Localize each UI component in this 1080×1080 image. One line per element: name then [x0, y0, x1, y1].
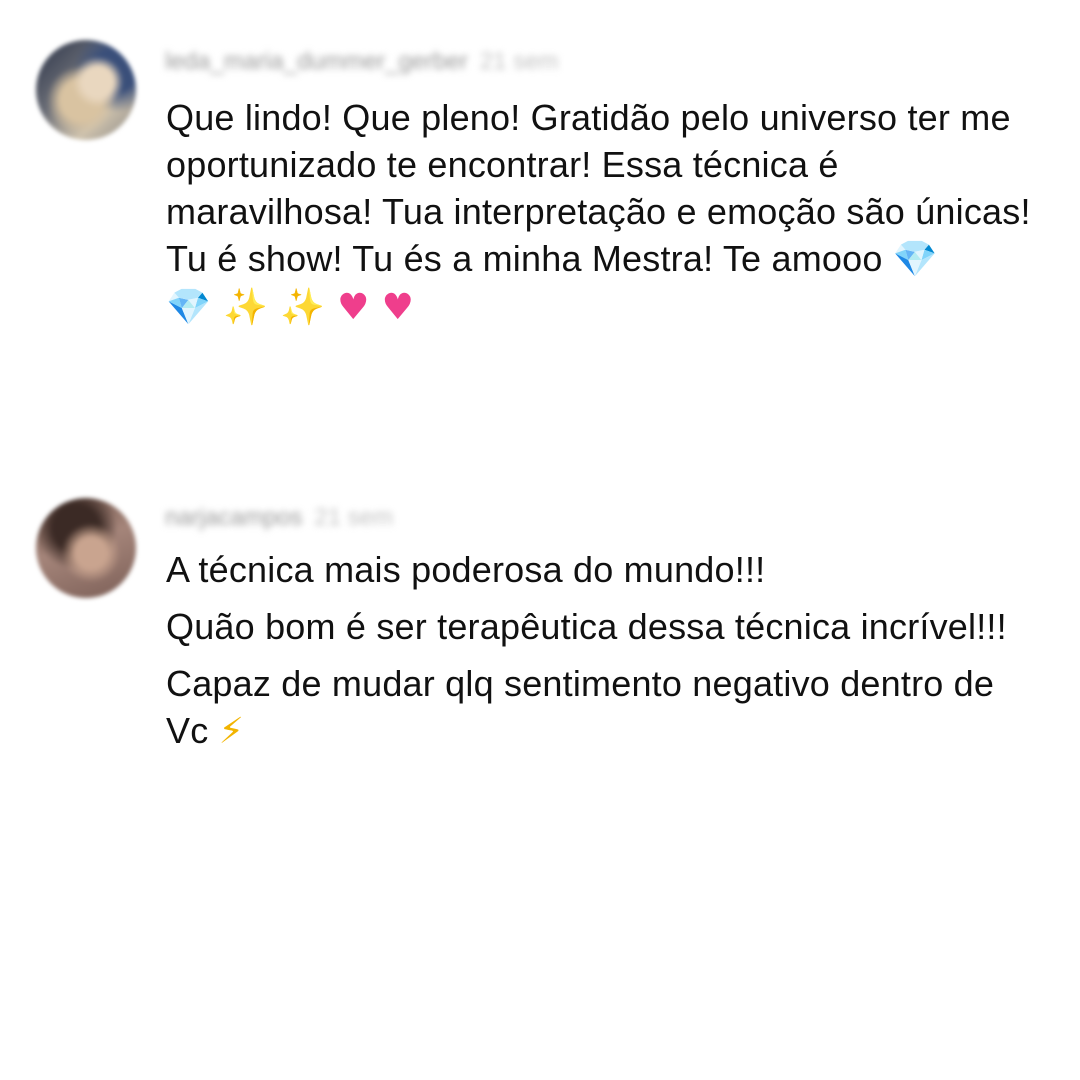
timestamp: 21 sem	[479, 48, 559, 75]
comment-meta: leda_maria_dummer_gerber 21 sem	[165, 48, 559, 76]
comment-text: Que lindo! Que pleno! Gratidão pelo univ…	[166, 94, 1046, 331]
username[interactable]: narjacampos	[165, 504, 302, 531]
username[interactable]: leda_maria_dummer_gerber	[165, 48, 468, 75]
comment-meta: narjacampos 21 sem	[165, 504, 393, 532]
avatar[interactable]	[36, 40, 136, 140]
pink-heart-icon: ♥	[381, 287, 415, 328]
comment-text: A técnica mais poderosa do mundo!!! Quão…	[166, 546, 1046, 765]
lightning-icon: ⚡	[218, 711, 245, 752]
gem-icon: 💎	[166, 287, 212, 328]
timestamp: 21 sem	[314, 504, 394, 531]
sparkles-icon: ✨	[223, 287, 269, 328]
pink-heart-icon: ♥	[337, 287, 370, 328]
avatar[interactable]	[36, 498, 136, 598]
comment-paragraph: Quão bom é ser terapêutica dessa técnica…	[166, 606, 1007, 647]
sparkles-icon: ✨	[280, 287, 326, 328]
comment-paragraph: Capaz de mudar qlq sentimento negativo d…	[166, 660, 1046, 755]
comment-paragraph: A técnica mais poderosa do mundo!!!	[166, 549, 766, 590]
gem-icon: 💎	[892, 239, 938, 280]
comment-paragraph-text: Capaz de mudar qlq sentimento negativo d…	[166, 663, 995, 751]
